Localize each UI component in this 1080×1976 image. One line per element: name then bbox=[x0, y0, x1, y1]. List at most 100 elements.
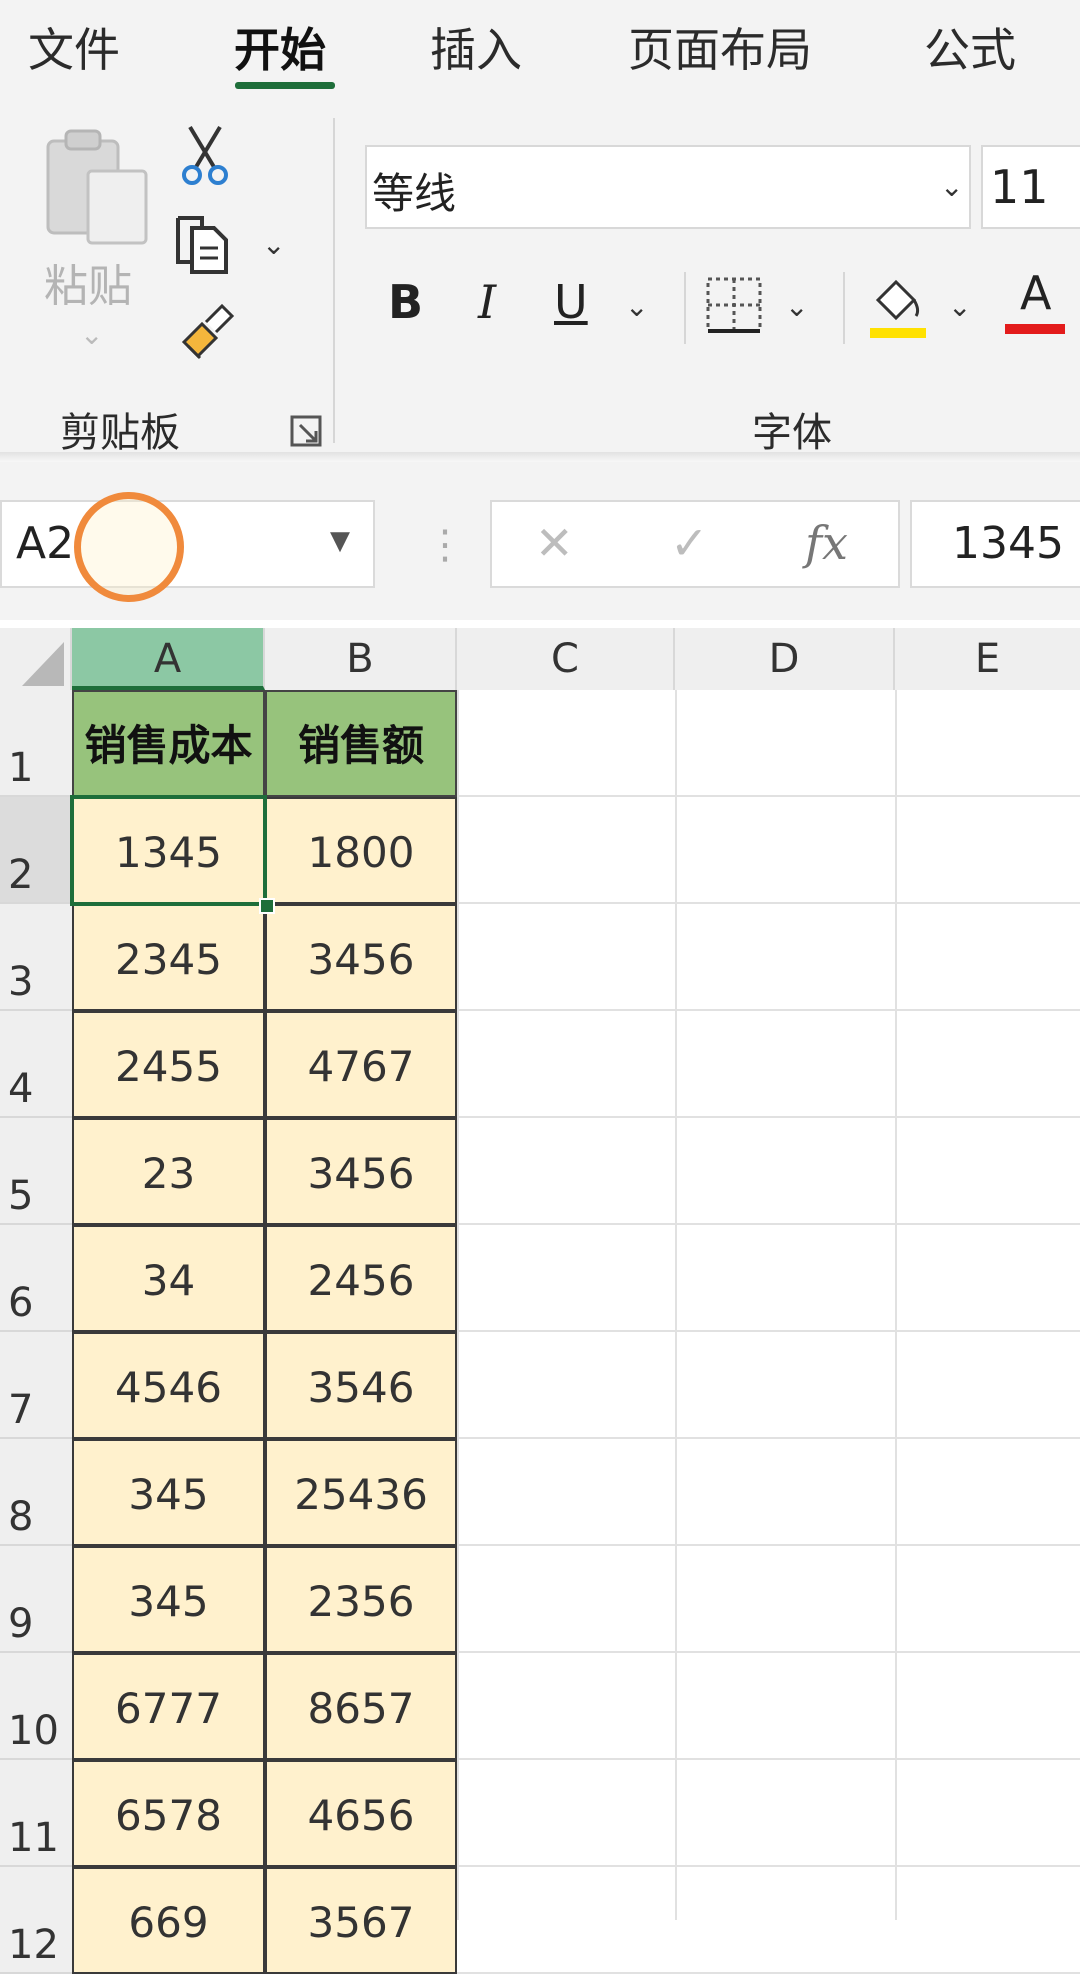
row-number: 4 bbox=[8, 1066, 34, 1112]
row-number: 10 bbox=[8, 1708, 59, 1754]
row-header-12[interactable]: 12 bbox=[0, 1867, 72, 1974]
group-divider bbox=[333, 118, 335, 443]
row-header-11[interactable]: 11 bbox=[0, 1760, 72, 1867]
copy-dropdown-icon[interactable]: ⌄ bbox=[262, 228, 285, 261]
header-cell-A1[interactable]: 销售成本 bbox=[72, 690, 265, 797]
underline-dropdown-icon[interactable]: ⌄ bbox=[625, 290, 648, 323]
format-painter-icon[interactable] bbox=[176, 300, 240, 366]
copy-icon[interactable] bbox=[172, 212, 242, 280]
cell-B12[interactable]: 3567 bbox=[265, 1867, 457, 1974]
font-name-dropdown-icon[interactable]: ⌄ bbox=[940, 170, 963, 203]
cancel-icon[interactable]: ✕ bbox=[535, 516, 574, 570]
clipboard-dialog-launcher-icon[interactable] bbox=[290, 415, 322, 451]
cell-A11[interactable]: 6578 bbox=[72, 1760, 265, 1867]
row-number: 1 bbox=[8, 745, 34, 791]
gridline bbox=[457, 1758, 1080, 1760]
gridline bbox=[457, 690, 459, 1920]
cell-A10[interactable]: 6777 bbox=[72, 1653, 265, 1760]
underline-button[interactable]: U bbox=[554, 275, 588, 329]
column-header-E[interactable]: E bbox=[895, 628, 1080, 690]
row-number: 9 bbox=[8, 1601, 34, 1647]
cell-B2[interactable]: 1800 bbox=[265, 797, 457, 904]
gridline bbox=[457, 902, 1080, 904]
row-header-7[interactable]: 7 bbox=[0, 1332, 72, 1439]
enter-icon[interactable]: ✓ bbox=[670, 516, 709, 570]
borders-dropdown-icon[interactable]: ⌄ bbox=[785, 290, 808, 323]
fill-color-dropdown-icon[interactable]: ⌄ bbox=[948, 290, 971, 323]
italic-button[interactable]: I bbox=[478, 275, 496, 329]
fill-color-icon[interactable] bbox=[868, 270, 928, 344]
font-size-value: 11 bbox=[990, 160, 1049, 214]
row-number: 3 bbox=[8, 959, 34, 1005]
row-header-6[interactable]: 6 bbox=[0, 1225, 72, 1332]
tab-insert[interactable]: 插入 bbox=[430, 14, 522, 80]
cell-B11[interactable]: 4656 bbox=[265, 1760, 457, 1867]
toolbar-divider bbox=[684, 272, 686, 344]
cell-B3[interactable]: 3456 bbox=[265, 904, 457, 1011]
column-header-D[interactable]: D bbox=[675, 628, 895, 690]
click-indicator bbox=[74, 492, 184, 602]
column-header-B[interactable]: B bbox=[265, 628, 457, 690]
row-header-4[interactable]: 4 bbox=[0, 1011, 72, 1118]
tab-home[interactable]: 开始 bbox=[234, 14, 326, 80]
column-header-A[interactable]: A bbox=[72, 628, 265, 690]
font-name-value: 等线 bbox=[372, 169, 457, 218]
tab-formulas[interactable]: 公式 bbox=[924, 14, 1016, 80]
cell-A9[interactable]: 345 bbox=[72, 1546, 265, 1653]
font-color-indicator bbox=[1005, 324, 1065, 334]
gridline bbox=[895, 690, 897, 1920]
active-tab-indicator bbox=[235, 82, 335, 89]
insert-function-icon[interactable]: fx bbox=[805, 516, 848, 570]
gridline bbox=[675, 690, 677, 1920]
select-all-button[interactable] bbox=[0, 628, 72, 690]
font-color-button[interactable]: A bbox=[1020, 266, 1051, 320]
row-header-5[interactable]: 5 bbox=[0, 1118, 72, 1225]
cell-B9[interactable]: 2356 bbox=[265, 1546, 457, 1653]
tab-page-layout[interactable]: 页面布局 bbox=[628, 14, 812, 80]
row-number: 8 bbox=[8, 1494, 34, 1540]
cell-A7[interactable]: 4546 bbox=[72, 1332, 265, 1439]
paste-icon bbox=[46, 129, 148, 245]
cell-A12[interactable]: 669 bbox=[72, 1867, 265, 1974]
row-header-8[interactable]: 8 bbox=[0, 1439, 72, 1546]
gridline bbox=[457, 1651, 1080, 1653]
gridline bbox=[457, 1116, 1080, 1118]
formula-bar-grip-icon: ⋮ bbox=[425, 522, 465, 568]
gridline bbox=[457, 1009, 1080, 1011]
borders-icon[interactable] bbox=[704, 275, 764, 339]
cell-B10[interactable]: 8657 bbox=[265, 1653, 457, 1760]
clipboard-group-label: 剪贴板 bbox=[60, 410, 180, 456]
paste-dropdown-icon[interactable]: ⌄ bbox=[80, 318, 103, 351]
row-number: 7 bbox=[8, 1387, 34, 1433]
cell-A5[interactable]: 23 bbox=[72, 1118, 265, 1225]
ribbon bbox=[0, 0, 1080, 462]
row-number: 6 bbox=[8, 1280, 34, 1326]
row-header-3[interactable]: 3 bbox=[0, 904, 72, 1011]
gridline bbox=[457, 1544, 1080, 1546]
cut-icon[interactable] bbox=[180, 125, 230, 191]
header-cell-B1[interactable]: 销售额 bbox=[265, 690, 457, 797]
row-header-9[interactable]: 9 bbox=[0, 1546, 72, 1653]
cell-A8[interactable]: 345 bbox=[72, 1439, 265, 1546]
cell-B5[interactable]: 3456 bbox=[265, 1118, 457, 1225]
cell-A6[interactable]: 34 bbox=[72, 1225, 265, 1332]
gridline bbox=[457, 1330, 1080, 1332]
tab-file[interactable]: 文件 bbox=[28, 14, 120, 80]
bold-button[interactable]: B bbox=[388, 275, 423, 329]
gridline bbox=[457, 795, 1080, 797]
cell-B4[interactable]: 4767 bbox=[265, 1011, 457, 1118]
cell-B7[interactable]: 3546 bbox=[265, 1332, 457, 1439]
fill-handle[interactable] bbox=[259, 898, 275, 914]
cell-A4[interactable]: 2455 bbox=[72, 1011, 265, 1118]
row-header-10[interactable]: 10 bbox=[0, 1653, 72, 1760]
cell-A3[interactable]: 2345 bbox=[72, 904, 265, 1011]
row-number: 11 bbox=[8, 1815, 59, 1861]
gridline bbox=[457, 1865, 1080, 1867]
column-header-C[interactable]: C bbox=[457, 628, 675, 690]
row-header-2[interactable]: 2 bbox=[0, 797, 72, 904]
row-header-1[interactable]: 1 bbox=[0, 690, 72, 797]
cell-B6[interactable]: 2456 bbox=[265, 1225, 457, 1332]
gridline bbox=[457, 1437, 1080, 1439]
cell-B8[interactable]: 25436 bbox=[265, 1439, 457, 1546]
name-box-dropdown-icon[interactable]: ▼ bbox=[330, 526, 350, 556]
